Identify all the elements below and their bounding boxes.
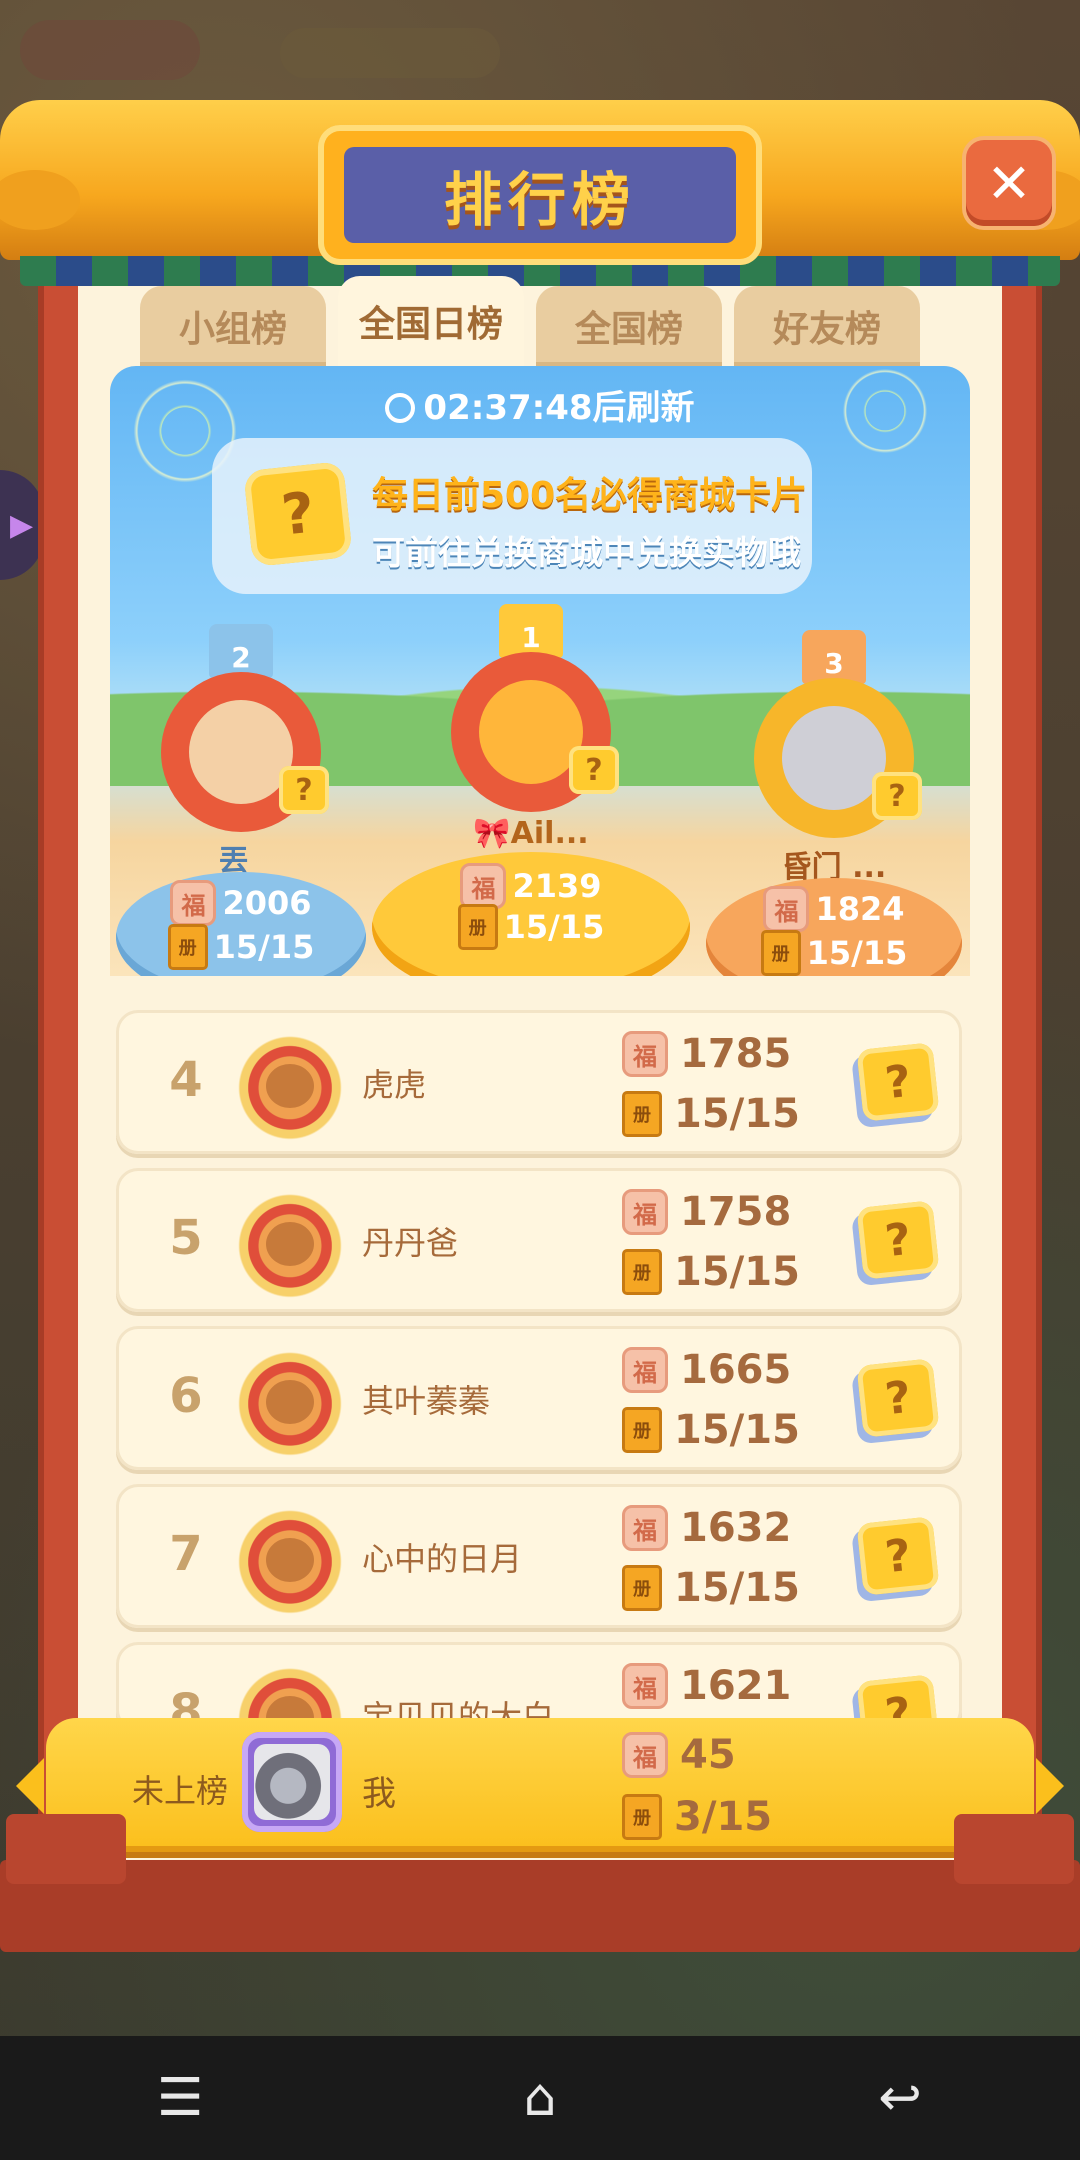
my-name: 我 [362, 1774, 396, 1814]
points-value: 1758 [680, 1189, 792, 1235]
tab-friends[interactable]: 好友榜 [734, 286, 920, 366]
back-icon[interactable]: ↩ [840, 2058, 960, 2138]
list-item[interactable]: 5 丹丹爸 福 1758 册 15/15 ? [116, 1168, 962, 1312]
rank-number: 4 [169, 1052, 203, 1108]
reward-title: 每日前500名必得商城卡片 [372, 475, 808, 516]
podium-rank-1[interactable]: 1 ? 🎀Ail... 福 2139 册 15/15 [372, 604, 690, 976]
book-icon: 册 [622, 1794, 662, 1840]
progress-value: 3/15 [674, 1794, 773, 1840]
points-value: 2006 [222, 884, 312, 922]
top-three-banner: 02:37:48后刷新 ? 每日前500名必得商城卡片 可前往兑换商城中兑换实物… [110, 366, 970, 976]
progress-value: 15/15 [674, 1407, 800, 1453]
fu-icon: 福 [622, 1347, 668, 1393]
list-item[interactable]: 4 虎虎 福 1785 册 15/15 ? [116, 1010, 962, 1154]
close-icon: ✕ [986, 151, 1032, 215]
player-name: 昏门 ... [781, 850, 887, 885]
crown-icon: 1 [499, 604, 563, 658]
chevron-right-icon: ▶ [10, 508, 34, 543]
timer-text: 02:37:48后刷新 [423, 388, 695, 428]
fu-icon: 福 [622, 1505, 668, 1551]
avatar: ? [451, 652, 619, 812]
mystery-card-icon[interactable]: ? [856, 1200, 940, 1280]
points-value: 1632 [680, 1505, 792, 1551]
rank-number: 7 [169, 1526, 203, 1582]
refresh-timer: 02:37:48后刷新 [110, 380, 970, 429]
avatar: ? [754, 678, 922, 838]
tab-national[interactable]: 全国榜 [536, 286, 722, 366]
player-name: 虎虎 [362, 1066, 427, 1104]
podium-rank-3[interactable]: 3 ? 昏门 ... 福 1824 册 15/15 [706, 630, 962, 976]
podium-rank-2[interactable]: 2 ? 丟_ 福 2006 册 15/15 [116, 624, 366, 976]
fu-icon: 福 [622, 1189, 668, 1235]
reward-subtitle: 可前往兑换商城中兑换实物哦 [372, 533, 801, 572]
mystery-card-icon[interactable]: ? [856, 1358, 940, 1438]
mystery-card-icon: ? [243, 461, 353, 567]
player-name: 丟_ [218, 844, 264, 879]
fu-icon: 福 [170, 880, 217, 926]
book-icon: 册 [760, 930, 801, 976]
fu-icon: 福 [622, 1031, 668, 1077]
avatar [242, 1732, 342, 1832]
avatar [232, 1024, 348, 1140]
points-value: 1621 [680, 1663, 792, 1709]
progress-value: 15/15 [806, 934, 908, 972]
points-value: 1785 [680, 1031, 792, 1077]
mystery-card-icon: ? [569, 746, 619, 794]
book-icon: 册 [167, 924, 208, 970]
menu-icon[interactable]: ☰ [120, 2058, 240, 2138]
my-rank-status: 未上榜 [132, 1772, 229, 1810]
mystery-card-icon: ? [872, 772, 922, 820]
fu-icon: 福 [622, 1663, 668, 1709]
leaderboard-list: 4 虎虎 福 1785 册 15/15 ? 5 丹丹爸 福 1758 册 15/15 ?… [116, 1010, 962, 1732]
list-item[interactable]: 7 心中的日月 福 1632 册 15/15 ? [116, 1484, 962, 1628]
page-title: 排行榜 [443, 166, 636, 234]
progress-value: 15/15 [213, 928, 315, 966]
leaderboard-tabs: 小组榜 全国日榜 全国榜 好友榜 [140, 276, 930, 366]
fu-icon: 福 [460, 863, 507, 909]
player-name: 其叶蓁蓁 [362, 1382, 491, 1420]
fu-icon: 福 [622, 1732, 668, 1778]
fu-icon: 福 [763, 886, 810, 932]
my-rank-bar[interactable]: 未上榜 我 福 45 册 3/15 [16, 1718, 1064, 1852]
book-icon: 册 [457, 904, 498, 950]
avatar [232, 1182, 348, 1298]
frame-base-decoration [0, 1814, 1080, 1952]
crown-icon: 3 [802, 630, 866, 684]
points-value: 1824 [815, 890, 905, 928]
player-name: 🎀Ail... [473, 816, 589, 851]
mystery-card-icon: ? [279, 766, 329, 814]
tab-group[interactable]: 小组榜 [140, 286, 326, 366]
list-item[interactable]: 6 其叶蓁蓁 福 1665 册 15/15 ? [116, 1326, 962, 1470]
player-name: 心中的日月 [362, 1540, 523, 1578]
rank-number: 6 [169, 1368, 203, 1424]
mystery-card-icon[interactable]: ? [856, 1516, 940, 1596]
rank-number: 5 [169, 1210, 203, 1266]
reward-info-card: ? 每日前500名必得商城卡片 可前往兑换商城中兑换实物哦 [212, 438, 812, 594]
title-plaque: 排行榜 [318, 125, 762, 265]
tab-national-daily[interactable]: 全国日榜 [338, 276, 524, 366]
home-icon[interactable]: ⌂ [480, 2058, 600, 2138]
points-value: 1665 [680, 1347, 792, 1393]
avatar: ? [161, 672, 329, 832]
progress-value: 15/15 [674, 1091, 800, 1137]
player-name: 丹丹爸 [362, 1224, 459, 1262]
clock-icon [385, 393, 416, 423]
book-icon: 册 [622, 1407, 662, 1453]
avatar [232, 1340, 348, 1456]
crown-icon: 2 [209, 624, 273, 678]
progress-value: 15/15 [674, 1565, 800, 1611]
book-icon: 册 [622, 1565, 662, 1611]
close-button[interactable]: ✕ [966, 140, 1052, 226]
progress-value: 15/15 [503, 908, 605, 946]
book-icon: 册 [622, 1091, 662, 1137]
book-icon: 册 [622, 1249, 662, 1295]
progress-value: 15/15 [674, 1249, 800, 1295]
points-value: 45 [680, 1732, 736, 1778]
mystery-card-icon[interactable]: ? [856, 1042, 940, 1122]
avatar [232, 1498, 348, 1614]
system-nav-bar: ☰ ⌂ ↩ [0, 2036, 1080, 2160]
points-value: 2139 [512, 867, 602, 905]
